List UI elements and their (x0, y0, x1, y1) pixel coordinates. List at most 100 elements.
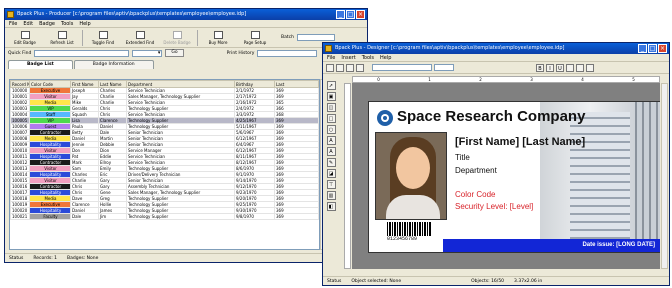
underline-icon[interactable]: U (556, 63, 564, 72)
cell-record-no: 100006 (10, 123, 30, 130)
print-history-input[interactable] (257, 49, 318, 57)
menu-file[interactable]: File (327, 54, 335, 61)
cell-record-no: 100009 (10, 141, 30, 148)
col-record-no[interactable]: Record No (10, 80, 30, 88)
col-first-name[interactable]: First Name (70, 80, 99, 88)
col-color-code[interactable]: Color Code (29, 80, 71, 88)
menu-file[interactable]: File (9, 20, 17, 27)
app-icon (325, 45, 332, 52)
toolbar-separator (82, 29, 83, 46)
cell-last-name: Jim (98, 213, 127, 220)
data-text-icon[interactable]: A (326, 147, 336, 156)
edit-badge-button[interactable]: Edit Badge (8, 29, 42, 47)
producer-window: Bpack Plus - Producer [c:\program files\… (4, 8, 368, 263)
close-button[interactable]: × (356, 10, 365, 19)
col-last[interactable]: Last (274, 80, 319, 88)
barcode-icon[interactable]: ▥ (326, 191, 336, 200)
logo-icon[interactable]: ◪ (326, 169, 336, 178)
ellipse-icon[interactable]: ○ (326, 125, 336, 134)
quick-find-dropdown[interactable]: ▾ (132, 49, 163, 57)
font-select[interactable] (372, 64, 432, 71)
bold-icon[interactable]: B (536, 63, 544, 72)
menu-edit[interactable]: Edit (23, 20, 33, 27)
tab-badge-list[interactable]: Badge List (8, 60, 73, 69)
minimize-button[interactable]: _ (336, 10, 345, 19)
batch-input[interactable] (296, 34, 335, 41)
page-setup-button[interactable]: Page Setup (238, 29, 272, 47)
image-icon[interactable]: ▣ (326, 92, 336, 101)
status-label: Status (9, 255, 24, 261)
text-icon[interactable]: A (326, 136, 336, 145)
cell-record-no: 100004 (10, 111, 30, 118)
table-body: 100000 Executive Joseph Charles Service Tech… (10, 87, 319, 220)
signature-icon[interactable]: ✎ (326, 158, 336, 167)
menu-help[interactable]: Help (79, 20, 90, 27)
col-birthday[interactable]: Birthday (234, 80, 275, 88)
save-icon[interactable] (346, 63, 354, 72)
chevron-down-icon: ▾ (157, 49, 161, 56)
menu-badge[interactable]: Badge (39, 20, 55, 27)
go-button[interactable]: Go (165, 49, 184, 57)
tab-badge-information[interactable]: Badge Information (73, 60, 154, 69)
producer-toolbar: Edit Badge Refresh List Toggle Find Exte… (5, 28, 367, 48)
delete-icon (172, 30, 182, 39)
cell-record-no: 100008 (10, 135, 30, 142)
barcode (387, 222, 431, 236)
quick-find-label: Quick Find (8, 50, 32, 56)
cell-record-no: 100018 (10, 195, 30, 202)
maximize-button[interactable]: □ (648, 44, 657, 53)
designer-titlebar[interactable]: Bpack Plus - Designer [c:\program files\… (323, 43, 669, 54)
align-left-icon[interactable] (566, 63, 574, 72)
designer-vertical-scrollbar[interactable] (661, 83, 668, 269)
designer-toolbar: B I U (323, 62, 669, 74)
cell-record-no: 100011 (10, 153, 30, 160)
print-history-label: Print History (226, 50, 255, 56)
cell-record-no: 100019 (10, 201, 30, 208)
pointer-icon[interactable]: ➚ (326, 81, 336, 90)
font-size-select[interactable] (434, 64, 454, 71)
table-row[interactable]: 100021 Faculty Dale Jim Technology Supplier 9… (10, 213, 319, 220)
producer-title: Bpack Plus - Producer [c:\program files\… (17, 11, 247, 17)
status-label: Status (327, 278, 342, 284)
rectangle-icon[interactable]: □ (326, 114, 336, 123)
cell-record-no: 100021 (10, 213, 30, 220)
badge-list-table[interactable]: Record No Color Code First Name Last Nam… (9, 79, 320, 250)
extended-find-button[interactable]: Extended Find (123, 29, 157, 47)
quick-find-input[interactable] (34, 49, 130, 57)
cell-record-no: 100015 (10, 177, 30, 184)
menu-tools[interactable]: Tools (61, 20, 73, 27)
badge-card[interactable]: Space Research Company [First Name] [Las… (368, 101, 660, 253)
cell-record-no: 100017 (10, 189, 30, 196)
refresh-list-button[interactable]: Refresh List (45, 29, 79, 47)
minimize-button[interactable]: _ (638, 44, 647, 53)
title-field: Title (455, 153, 470, 162)
status-badges: Badges: None (67, 255, 99, 261)
edit-icon (20, 30, 30, 39)
col-department[interactable]: Department (126, 80, 235, 88)
page-setup-icon (250, 30, 260, 39)
go-label: Go (171, 50, 178, 55)
toggle-find-button[interactable]: Toggle Find (86, 29, 120, 47)
maximize-button[interactable]: □ (346, 10, 355, 19)
print-icon[interactable] (356, 63, 364, 72)
menu-tools[interactable]: Tools (362, 54, 374, 61)
menu-insert[interactable]: Insert (341, 54, 355, 61)
photo-icon[interactable]: ◫ (326, 103, 336, 112)
fill-icon[interactable]: ◧ (326, 202, 336, 211)
new-icon[interactable] (326, 63, 334, 72)
cell-last: 369 (274, 213, 319, 220)
menu-help[interactable]: Help (380, 54, 391, 61)
italic-icon[interactable]: I (546, 63, 554, 72)
align-center-icon[interactable] (576, 63, 584, 72)
delete-badge-button[interactable]: Delete Badge (160, 29, 194, 47)
col-last-name[interactable]: Last Name (98, 80, 127, 88)
ruler-tick: 4 (581, 77, 584, 82)
close-button[interactable]: × (658, 44, 667, 53)
buy-more-button[interactable]: Buy More (201, 29, 235, 47)
open-icon[interactable] (336, 63, 344, 72)
align-right-icon[interactable] (586, 63, 594, 72)
design-canvas[interactable]: Space Research Company [First Name] [Las… (352, 83, 660, 269)
producer-titlebar[interactable]: Bpack Plus - Producer [c:\program files\… (5, 9, 367, 20)
extended-find-label: Extended Find (125, 39, 155, 45)
tag-icon[interactable]: ⊤ (326, 180, 336, 189)
